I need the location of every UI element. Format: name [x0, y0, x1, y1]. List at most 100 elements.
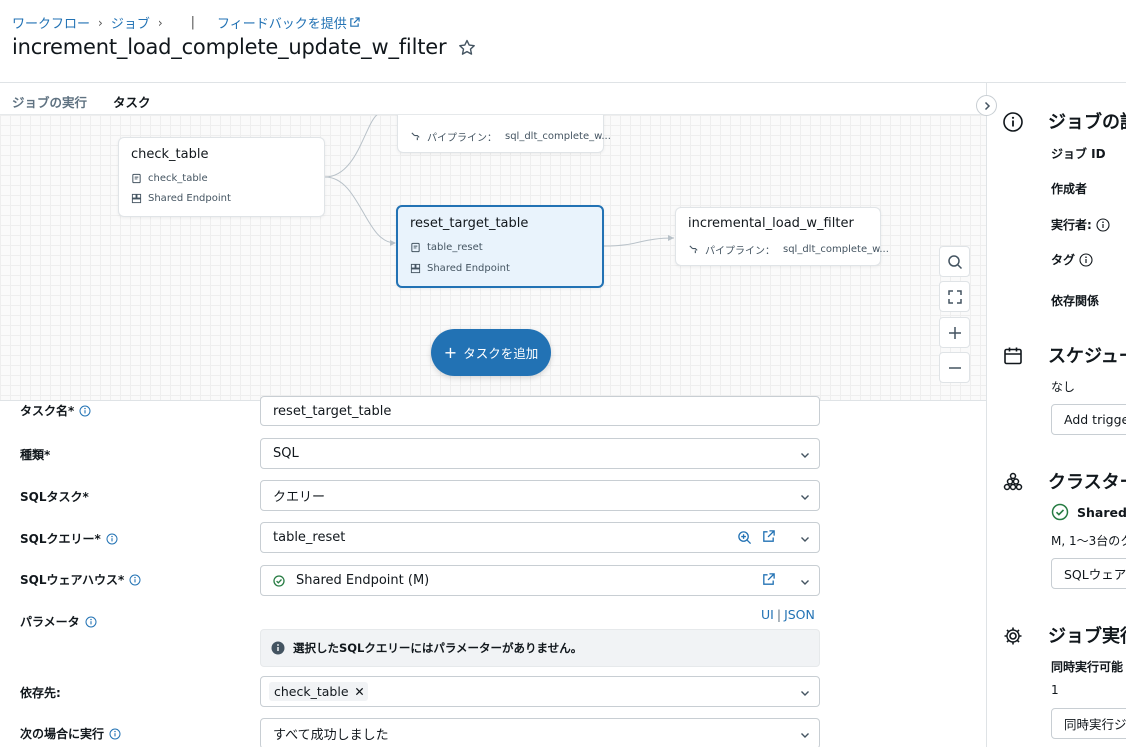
add-task-label: タスクを追加	[463, 346, 539, 361]
breadcrumb-workflows-link[interactable]: ワークフロー	[12, 13, 90, 32]
type-select[interactable]: SQL	[260, 438, 820, 469]
breadcrumb-divider: |	[190, 15, 196, 30]
sql-query-label: SQLクエリー*	[20, 530, 118, 547]
check-circle-icon	[1051, 503, 1069, 521]
sql-warehouse-label-text: SQLウェアハウス*	[20, 573, 125, 587]
dag-canvas[interactable]: パイプライン： sql_dlt_complete_w... check_tabl…	[0, 114, 986, 401]
info-icon[interactable]	[106, 533, 118, 545]
node-pipeline-label: パイプライン：	[427, 133, 497, 144]
breadcrumb-jobs-link[interactable]: ジョブ	[111, 13, 150, 32]
external-link-icon[interactable]	[761, 529, 776, 544]
breadcrumb: ワークフロー › ジョブ › | フィードバックを提供	[12, 13, 360, 32]
collapse-panel-button[interactable]	[976, 95, 997, 116]
sql-query-label-text: SQLクエリー*	[20, 532, 101, 546]
info-icon[interactable]	[129, 574, 141, 586]
plus-icon	[948, 326, 961, 339]
info-icon[interactable]	[85, 616, 97, 628]
fullscreen-icon	[947, 289, 962, 304]
type-label-text: 種類*	[20, 448, 51, 462]
pipeline-icon	[689, 245, 698, 254]
node-endpoint: Shared Endpoint	[148, 193, 231, 204]
cluster-status-text: Shared E	[1077, 504, 1126, 520]
star-icon[interactable]	[457, 38, 477, 58]
zoom-in-icon[interactable]	[737, 530, 752, 545]
query-icon	[132, 173, 141, 184]
sql-task-label-text: SQLタスク*	[20, 490, 89, 504]
type-value: SQL	[273, 446, 299, 461]
json-mode-link[interactable]: JSON	[784, 607, 815, 622]
calendar-icon	[1004, 347, 1022, 365]
dependencies-label: 依存関係	[1051, 294, 1100, 308]
parameters-label-text: パラメータ	[20, 615, 80, 629]
chevron-down-icon	[801, 691, 809, 696]
sql-query-value: table_reset	[273, 530, 346, 545]
add-trigger-button[interactable]: Add trigge	[1051, 404, 1126, 435]
info-icon[interactable]	[1096, 217, 1110, 232]
sql-warehouse-select[interactable]: Shared Endpoint (M)	[260, 565, 820, 596]
info-filled-icon	[271, 641, 285, 655]
run-if-value: すべて成功しました	[273, 728, 389, 743]
feedback-link[interactable]: フィードバックを提供	[217, 13, 347, 32]
node-title: check_table	[131, 147, 209, 162]
chevron-right-icon	[984, 101, 990, 110]
node-title: incremental_load_w_filter	[688, 216, 854, 231]
minus-icon	[948, 366, 961, 369]
parameters-message: 選択したSQLクエリーにはパラメーターがありません。	[293, 641, 583, 655]
concurrent-runs-label: 同時実行可能	[1051, 660, 1124, 674]
zoom-in-button[interactable]	[939, 317, 970, 348]
query-icon	[411, 242, 420, 253]
tags-label-text: タグ	[1051, 253, 1076, 267]
sql-task-value: クエリー	[273, 490, 326, 505]
dag-node-check-table[interactable]: check_table check_table Shared Endpoint	[118, 137, 325, 217]
info-icon[interactable]	[109, 728, 121, 740]
sql-query-select[interactable]: table_reset	[260, 522, 820, 553]
check-circle-icon	[273, 574, 285, 587]
dag-node-incremental-load[interactable]: incremental_load_w_filter パイプライン： sql_dl…	[675, 207, 889, 266]
cluster-icon	[1003, 472, 1023, 491]
info-icon[interactable]	[1079, 252, 1093, 267]
header-divider	[0, 82, 1126, 83]
tags-label: タグ	[1051, 251, 1093, 268]
dag-node-partial[interactable]: パイプライン： sql_dlt_complete_w...	[397, 115, 611, 153]
info-icon[interactable]	[79, 405, 91, 417]
node-query: table_reset	[427, 242, 483, 253]
depends-on-select[interactable]: check_table	[260, 676, 820, 707]
info-icon	[1003, 112, 1023, 132]
concurrent-runs-value: 1	[1051, 683, 1059, 697]
external-link-icon[interactable]	[761, 572, 776, 587]
run-if-select[interactable]: すべて成功しました	[260, 718, 820, 747]
chevron-right-icon: ›	[98, 15, 103, 30]
schedule-heading: スケジュー	[1048, 346, 1126, 367]
run-as-label-text: 実行者:	[1051, 218, 1092, 232]
task-name-label: タスク名*	[20, 402, 91, 419]
search-nodes-button[interactable]	[939, 246, 970, 277]
dag-node-reset-target-table[interactable]: reset_target_table table_reset Shared En…	[396, 205, 604, 288]
dependency-chip: check_table	[269, 682, 368, 701]
task-name-input[interactable]: reset_target_table	[260, 396, 820, 426]
parameters-info-banner: 選択したSQLクエリーにはパラメーターがありません。	[260, 629, 820, 667]
chevron-down-icon	[801, 495, 809, 500]
cluster-heading: クラスター	[1048, 472, 1126, 493]
chevron-down-icon	[801, 733, 809, 738]
concurrent-runs-button[interactable]: 同時実行ジ	[1051, 708, 1126, 739]
fit-view-button[interactable]	[939, 281, 970, 312]
node-pipeline-value: sql_dlt_complete_w...	[505, 131, 611, 142]
sql-warehouse-button[interactable]: SQLウェア	[1051, 558, 1126, 589]
depends-on-label: 依存先:	[20, 684, 61, 701]
ui-mode-link[interactable]: UI	[761, 607, 774, 622]
job-id-label: ジョブ ID	[1051, 147, 1106, 161]
parameters-label: パラメータ	[20, 613, 97, 630]
job-details-heading: ジョブの詳	[1048, 112, 1126, 133]
task-name-label-text: タスク名*	[20, 404, 75, 418]
add-task-button[interactable]: + タスクを追加	[431, 329, 551, 376]
schedule-value: なし	[1051, 380, 1076, 394]
node-query: check_table	[148, 173, 208, 184]
chevron-down-icon	[801, 537, 809, 542]
node-pipeline-label: パイプライン：	[705, 246, 775, 257]
zoom-out-button[interactable]	[939, 352, 970, 383]
link-separator: |	[776, 607, 782, 622]
job-run-heading: ジョブ実行	[1048, 626, 1126, 647]
close-icon[interactable]	[355, 687, 364, 696]
sql-task-select[interactable]: クエリー	[260, 480, 820, 511]
warehouse-icon	[410, 263, 421, 274]
